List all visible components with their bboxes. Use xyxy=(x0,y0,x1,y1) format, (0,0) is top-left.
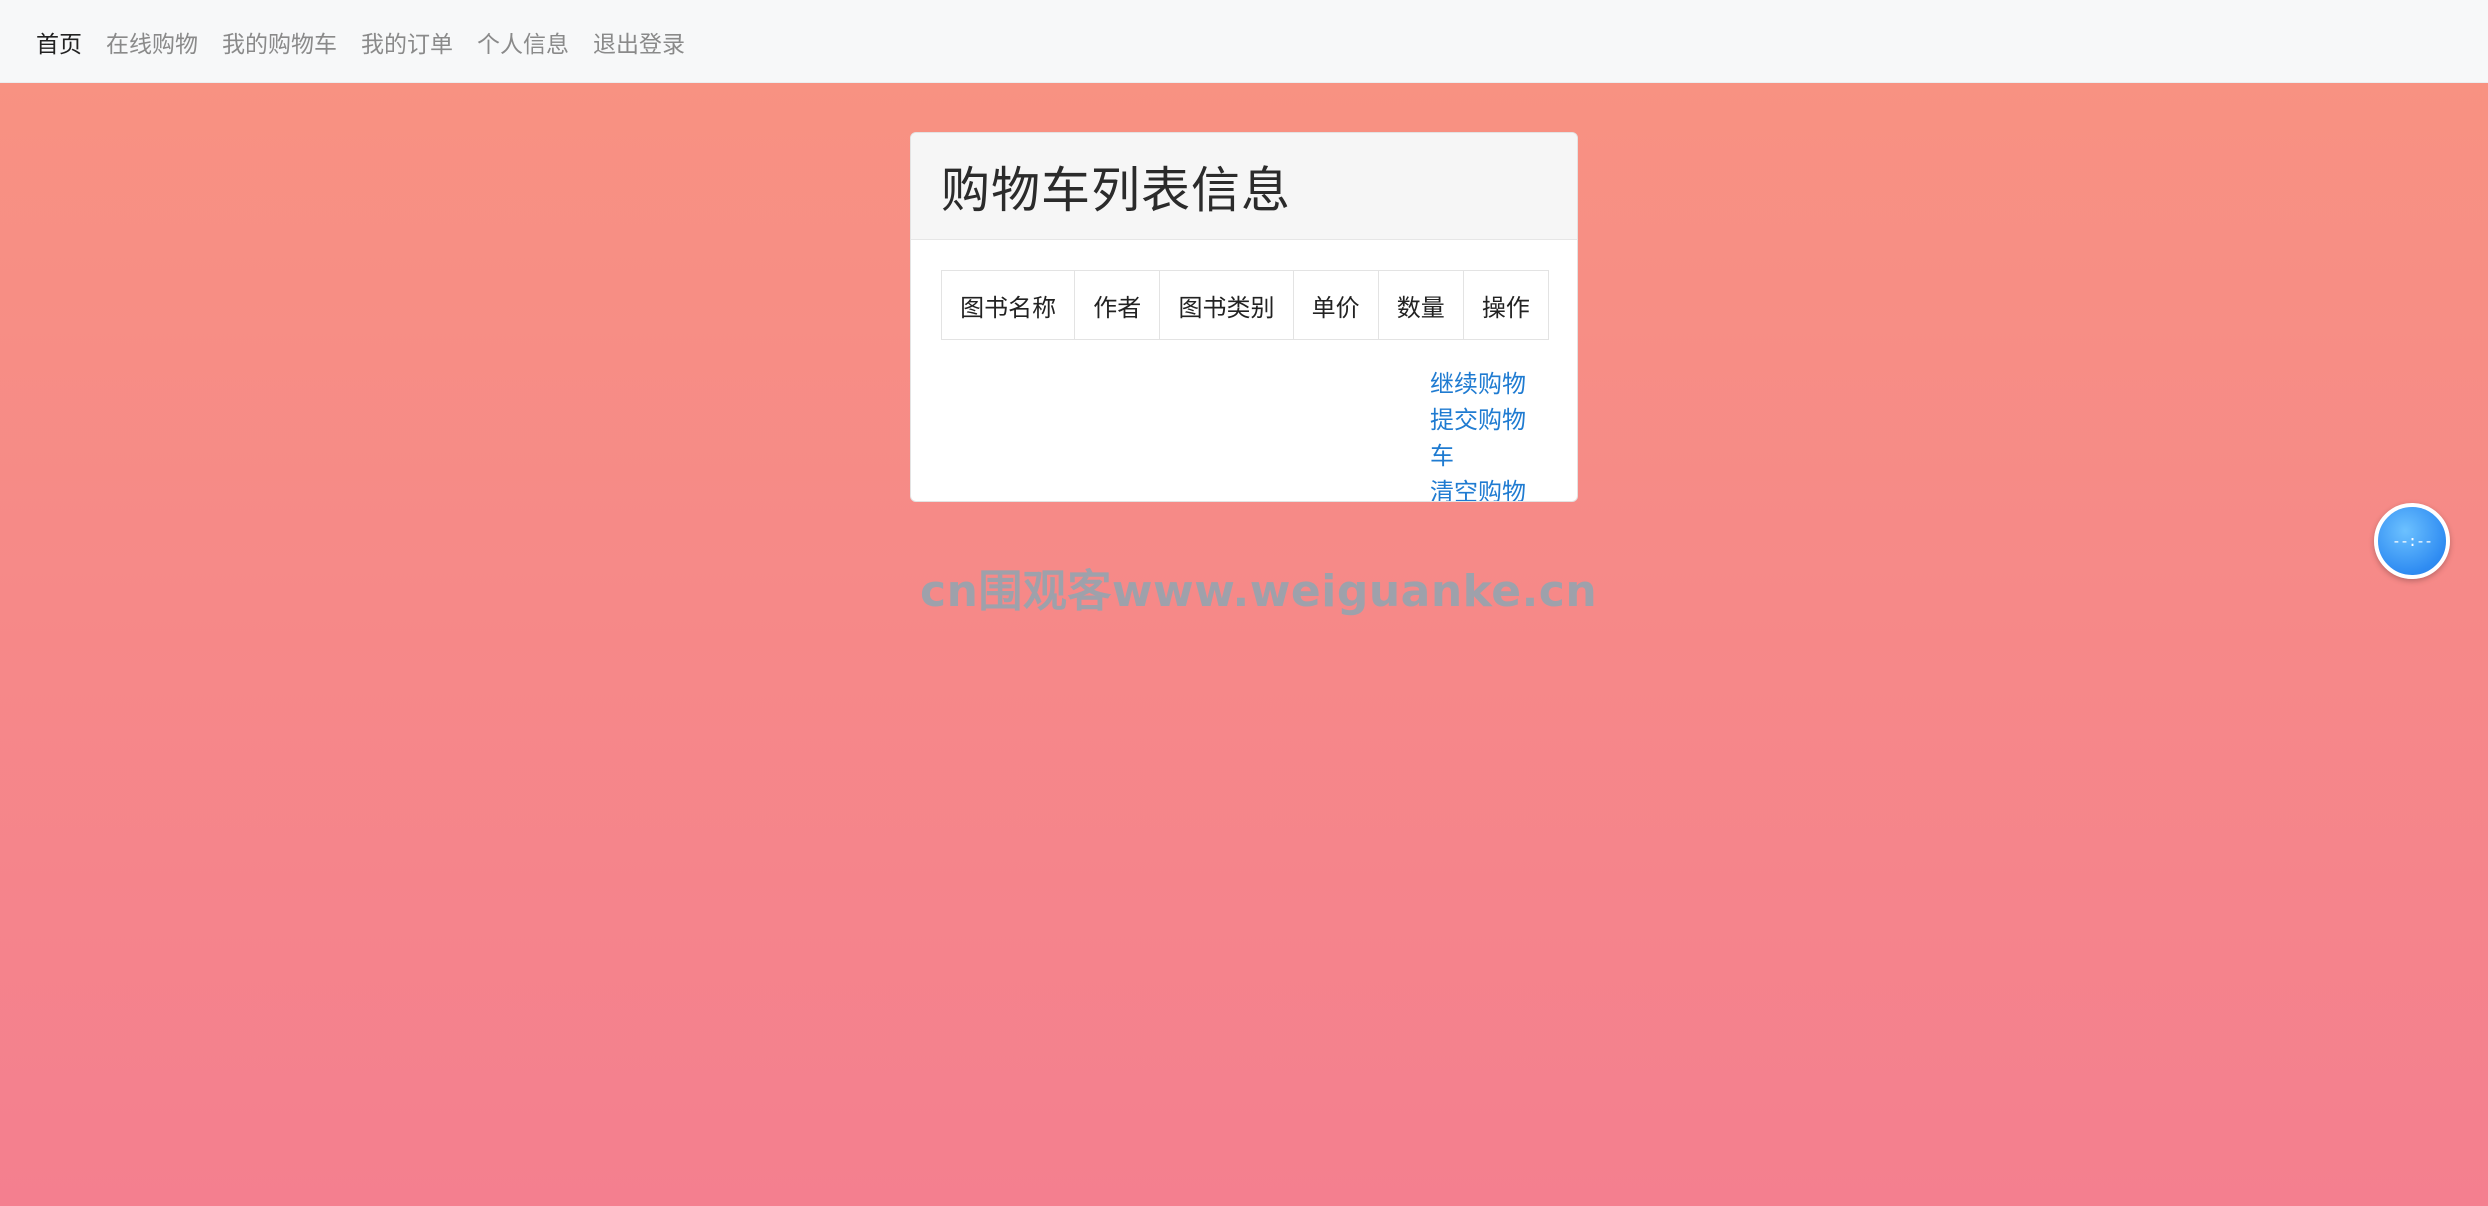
nav-item-my-orders[interactable]: 我的订单 xyxy=(361,25,453,59)
nav-link-my-orders[interactable]: 我的订单 xyxy=(361,32,453,58)
column-header-author: 作者 xyxy=(1074,270,1161,340)
submit-cart-link[interactable]: 提交购物车 xyxy=(1430,402,1549,474)
nav-item-online-shopping[interactable]: 在线购物 xyxy=(106,25,198,59)
nav-link-online-shopping[interactable]: 在线购物 xyxy=(106,32,198,58)
cart-table: 图书名称 作者 图书类别 单价 数量 操作 xyxy=(940,270,1550,340)
nav-link-my-cart[interactable]: 我的购物车 xyxy=(222,32,337,58)
floating-clock-text: --:-- xyxy=(2391,532,2433,550)
nav-link-home[interactable]: 首页 xyxy=(36,32,82,58)
column-header-unit-price: 单价 xyxy=(1292,270,1379,340)
cart-panel: 购物车列表信息 图书名称 作者 图书类别 单价 数量 操作 继续购物 提交购物车… xyxy=(910,132,1578,502)
column-header-quantity: 数量 xyxy=(1377,270,1464,340)
top-navbar: 首页 在线购物 我的购物车 我的订单 个人信息 退出登录 xyxy=(0,0,2488,83)
cart-table-header-row: 图书名称 作者 图书类别 单价 数量 操作 xyxy=(940,270,1550,340)
page-title: 购物车列表信息 xyxy=(941,161,1292,219)
column-header-book-category: 图书类别 xyxy=(1159,270,1294,340)
nav-item-logout[interactable]: 退出登录 xyxy=(593,25,685,59)
cart-actions: 继续购物 提交购物车 清空购物车 xyxy=(941,366,1549,501)
nav-item-home[interactable]: 首页 xyxy=(36,25,82,59)
cart-panel-body: 图书名称 作者 图书类别 单价 数量 操作 继续购物 提交购物车 清空购物车 xyxy=(911,240,1577,501)
floating-clock-button[interactable]: --:-- xyxy=(2374,503,2450,579)
continue-shopping-link[interactable]: 继续购物 xyxy=(1430,366,1549,402)
nav-link-logout[interactable]: 退出登录 xyxy=(593,32,685,58)
clear-cart-link[interactable]: 清空购物车 xyxy=(1430,474,1549,501)
nav-item-profile[interactable]: 个人信息 xyxy=(477,25,569,59)
nav-list: 首页 在线购物 我的购物车 我的订单 个人信息 退出登录 xyxy=(36,0,685,83)
nav-item-my-cart[interactable]: 我的购物车 xyxy=(222,25,337,59)
nav-link-profile[interactable]: 个人信息 xyxy=(477,32,569,58)
column-header-actions: 操作 xyxy=(1462,270,1550,340)
column-header-book-name: 图书名称 xyxy=(940,270,1076,340)
watermark-text: cn围观客www.weiguanke.cn xyxy=(920,566,1598,617)
cart-panel-header: 购物车列表信息 xyxy=(911,133,1577,240)
